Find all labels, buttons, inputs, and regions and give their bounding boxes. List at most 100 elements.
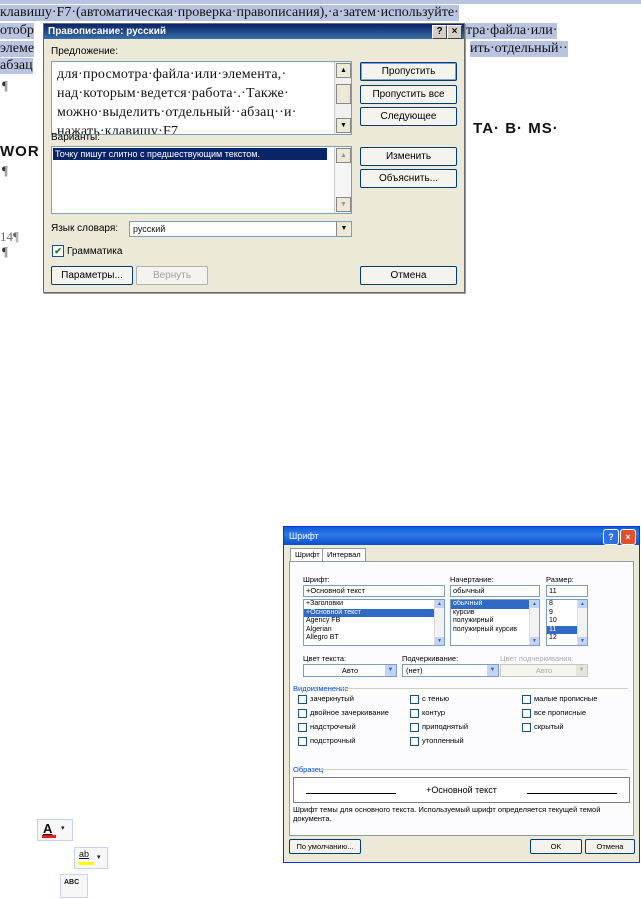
effect-checkbox[interactable]: [410, 737, 419, 746]
font-list-scrollbar[interactable]: ▲ ▼: [434, 600, 444, 645]
next-button[interactable]: Следующее: [360, 107, 457, 126]
spelling-check-button[interactable]: ABC: [60, 874, 88, 898]
effect-checkbox[interactable]: [410, 709, 419, 718]
selection-top: [0, 0, 641, 4]
scroll-up-arrow-icon[interactable]: ▲: [336, 148, 351, 163]
font-color-label: Цвет текста:: [303, 654, 347, 663]
chevron-down-icon[interactable]: ▼: [576, 665, 587, 676]
chevron-down-icon[interactable]: ▼: [336, 222, 351, 236]
font-list-item[interactable]: Allegro BT: [304, 634, 444, 643]
close-button[interactable]: ×: [447, 25, 462, 39]
variants-scrollbar[interactable]: ▲ ▼: [334, 147, 351, 213]
effect-checkbox[interactable]: [298, 709, 307, 718]
tab-spacing[interactable]: Интервал: [322, 548, 366, 561]
font-style-input[interactable]: обычный: [450, 585, 540, 597]
effect-checkbox[interactable]: [410, 695, 419, 704]
font-dialog-title: Шрифт: [289, 531, 319, 541]
font-color-swatch: [42, 835, 56, 838]
dict-lang-select[interactable]: русский ▼: [129, 221, 352, 237]
underline-value: (нет): [406, 666, 423, 675]
font-style-list[interactable]: обычный курсив полужирный полужирный курсив…: [450, 599, 540, 646]
help-icon[interactable]: ?: [603, 529, 619, 545]
size-list-scrollbar[interactable]: ▲ ▼: [577, 600, 587, 645]
effect-label: двойное зачеркивание: [310, 708, 389, 717]
font-description: Шрифт темы для основного текста. Использ…: [293, 805, 601, 823]
explain-button[interactable]: Объяснить...: [360, 169, 457, 188]
sentence-textbox[interactable]: для·просмотра·файла·или·элемента,· над·к…: [51, 61, 352, 135]
highlight-button[interactable]: ab ▾: [74, 847, 108, 869]
style-list-item[interactable]: обычный: [451, 600, 539, 609]
effect-checkbox[interactable]: [298, 723, 307, 732]
variant-item-selected[interactable]: Точку пишут слитно с предшествующим текс…: [53, 148, 327, 160]
page-number: 14¶: [0, 229, 19, 244]
font-list-item[interactable]: Agency FB: [304, 617, 444, 626]
effect-checkbox[interactable]: [522, 695, 531, 704]
scroll-thumb[interactable]: [336, 84, 351, 104]
sentence-scrollbar[interactable]: ▲ ▼: [334, 62, 351, 134]
close-icon[interactable]: ×: [620, 529, 636, 545]
font-family-input[interactable]: +Основной текст: [303, 585, 445, 597]
skip-all-button[interactable]: Пропустить все: [360, 85, 457, 104]
font-list-item[interactable]: Algerian: [304, 626, 444, 635]
font-dialog-titlebar[interactable]: Шрифт ? ×: [284, 527, 639, 545]
ok-button[interactable]: OK: [530, 839, 582, 854]
font-list-item[interactable]: +Основной текст: [304, 608, 444, 617]
chevron-down-icon[interactable]: ▾: [97, 853, 101, 861]
help-button[interactable]: ?: [432, 25, 447, 39]
font-color-icon: A: [43, 821, 53, 836]
chevron-down-icon[interactable]: ▾: [61, 824, 65, 832]
style-list-item[interactable]: курсив: [451, 609, 539, 618]
effect-checkbox[interactable]: [522, 723, 531, 732]
underline-select[interactable]: (нет) ▼: [402, 664, 499, 677]
undo-button[interactable]: Вернуть: [136, 266, 208, 285]
chevron-down-icon[interactable]: ▼: [487, 665, 498, 676]
tab-font[interactable]: Шрифт: [290, 548, 325, 562]
font-list-item[interactable]: +Заголовки: [304, 600, 444, 609]
chevron-down-icon[interactable]: ▼: [385, 665, 396, 676]
variants-list[interactable]: Точку пишут слитно с предшествующим текс…: [51, 146, 352, 214]
scroll-down-arrow-icon[interactable]: ▼: [435, 637, 444, 645]
default-button[interactable]: По умолчанию...: [289, 839, 361, 854]
params-button[interactable]: Параметры...: [51, 266, 133, 285]
font-color-select[interactable]: Авто ▼: [303, 664, 397, 677]
sample-group-label: Образец: [293, 765, 324, 774]
scroll-up-arrow-icon[interactable]: ▲: [530, 600, 539, 608]
spellcheck-icon: ABC: [64, 879, 80, 886]
effect-label: приподнятый: [422, 722, 469, 731]
spelling-dialog-titlebar[interactable]: Правописание: русский ? ×: [44, 24, 464, 39]
cancel-button[interactable]: Отмена: [360, 266, 457, 285]
scroll-down-arrow-icon[interactable]: ▼: [336, 197, 351, 212]
underline-color-select[interactable]: Авто ▼: [500, 664, 588, 677]
sample-baseline-right: [527, 793, 617, 794]
style-list-item[interactable]: полужирный: [451, 617, 539, 626]
doc-line-1: клавишу·F7·(автоматическая·проверка·прав…: [0, 5, 459, 21]
effect-checkbox[interactable]: [522, 709, 531, 718]
effect-checkbox[interactable]: [298, 695, 307, 704]
scroll-up-arrow-icon[interactable]: ▲: [578, 600, 587, 608]
change-button[interactable]: Изменить: [360, 147, 457, 166]
pilcrow-mark: ¶: [2, 244, 8, 259]
effect-label: подстрочный: [310, 736, 356, 745]
font-family-list[interactable]: +Заголовки +Основной текст Agency FB Algeri…: [303, 599, 445, 646]
font-size-input[interactable]: 11: [546, 585, 588, 597]
grammar-checkbox[interactable]: ✔: [52, 245, 64, 257]
effect-checkbox[interactable]: [298, 737, 307, 746]
scroll-up-arrow-icon[interactable]: ▲: [435, 600, 444, 608]
effect-checkbox[interactable]: [410, 723, 419, 732]
style-list-item[interactable]: полужирный курсив: [451, 626, 539, 635]
font-dialog: Шрифт ? × Шрифт Интервал Шрифт: +Основно…: [283, 526, 640, 863]
scroll-up-arrow-icon[interactable]: ▲: [336, 63, 351, 78]
font-color-button[interactable]: A ▾: [37, 819, 73, 841]
scroll-down-arrow-icon[interactable]: ▼: [530, 637, 539, 645]
scroll-down-arrow-icon[interactable]: ▼: [336, 118, 351, 133]
cancel-button[interactable]: Отмена: [585, 839, 635, 854]
sentence-text[interactable]: для·просмотра·файла·или·элемента,· над·к…: [52, 62, 351, 134]
style-list-scrollbar[interactable]: ▲ ▼: [529, 600, 539, 645]
effect-label: утопленный: [422, 736, 464, 745]
font-style-label: Начертание:: [450, 575, 494, 584]
heading-fragment-right: ТА· В· MS·: [473, 120, 559, 137]
scroll-down-arrow-icon[interactable]: ▼: [578, 637, 587, 645]
skip-button[interactable]: Пропустить: [360, 62, 457, 81]
font-size-list[interactable]: 8 9 10 11 12 ▲ ▼: [546, 599, 588, 646]
dict-lang-label: Язык словаря:: [51, 223, 119, 234]
